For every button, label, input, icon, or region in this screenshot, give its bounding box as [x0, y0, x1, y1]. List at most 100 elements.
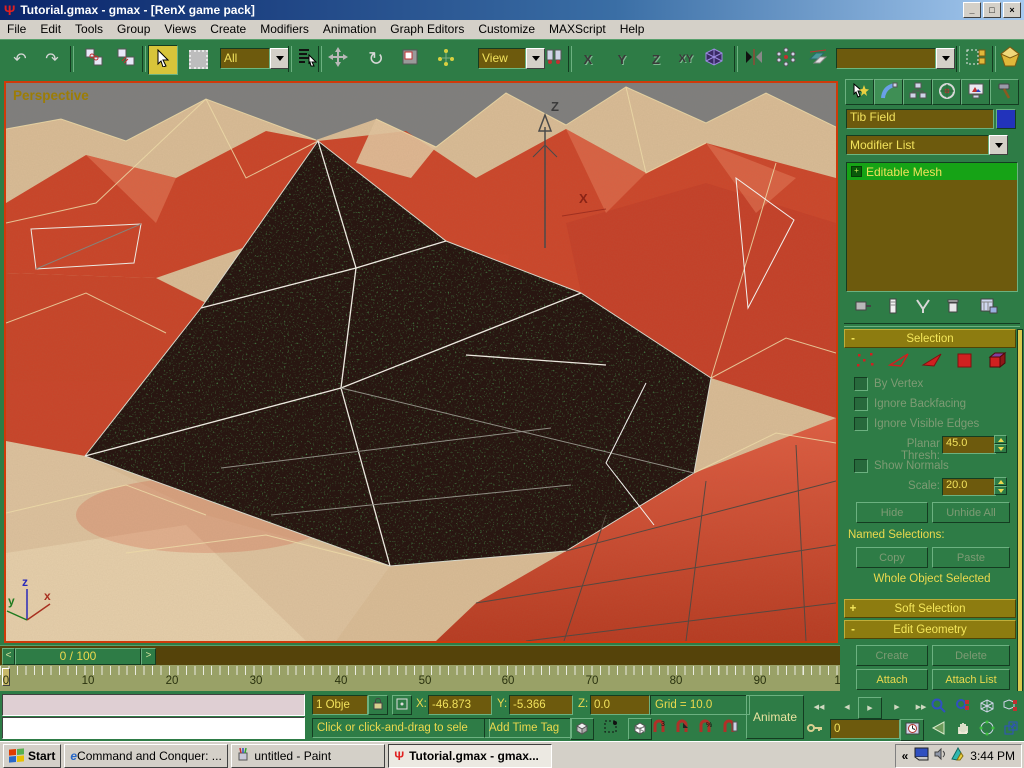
hide-button[interactable]: Hide: [856, 502, 928, 523]
chevron-down-icon[interactable]: [989, 135, 1008, 155]
angle-snap-button[interactable]: [671, 718, 692, 738]
menu-item-maxscript[interactable]: MAXScript: [542, 20, 613, 39]
time-configuration-button[interactable]: [900, 719, 924, 741]
menu-item-customize[interactable]: Customize: [471, 20, 542, 39]
mirror-button[interactable]: [740, 45, 768, 73]
restrict-xy-plane-button[interactable]: XY: [672, 45, 700, 73]
tray-collapse-chevron[interactable]: «: [902, 749, 909, 763]
viewport-label[interactable]: Perspective: [13, 88, 89, 103]
checkbox-icon[interactable]: [854, 397, 868, 411]
play-button[interactable]: ▶: [858, 697, 882, 719]
tab-create[interactable]: [845, 79, 874, 105]
tab-hierarchy[interactable]: [903, 79, 932, 105]
snap-toggle-button[interactable]: [700, 45, 728, 73]
scale-field[interactable]: 20.0: [942, 478, 996, 496]
select-object-button[interactable]: [148, 45, 178, 75]
modifier-stack[interactable]: + Editable Mesh: [846, 162, 1018, 292]
restrict-z-button[interactable]: Z: [642, 45, 670, 73]
menu-item-modifiers[interactable]: Modifiers: [253, 20, 316, 39]
menu-item-tools[interactable]: Tools: [68, 20, 110, 39]
menu-item-graph-editors[interactable]: Graph Editors: [383, 20, 471, 39]
z-coord-field[interactable]: 0.0: [590, 695, 650, 715]
pin-stack-icon[interactable]: [854, 297, 872, 318]
tab-display[interactable]: [961, 79, 990, 105]
object-color-swatch[interactable]: [996, 109, 1016, 129]
close-button[interactable]: ×: [1003, 2, 1021, 18]
menu-item-help[interactable]: Help: [613, 20, 652, 39]
select-and-move-button[interactable]: [324, 45, 352, 73]
named-selection-dropdown[interactable]: [836, 48, 955, 69]
modifier-list-dropdown[interactable]: Modifier List: [846, 135, 1008, 155]
face-mode-icon[interactable]: [920, 351, 944, 371]
zoom-button[interactable]: [928, 697, 950, 717]
menu-item-file[interactable]: File: [0, 20, 33, 39]
undo-button[interactable]: ↶: [6, 45, 34, 73]
menu-item-edit[interactable]: Edit: [33, 20, 68, 39]
field-of-view-button[interactable]: [928, 719, 950, 739]
spinner-down-icon[interactable]: [994, 486, 1007, 495]
taskbar-item-command-and-conquer[interactable]: e Command and Conquer: ...: [64, 744, 228, 768]
configure-modifier-sets-icon[interactable]: [980, 297, 998, 318]
zoom-extents-all-button[interactable]: [1000, 697, 1022, 717]
attach-list-button[interactable]: Attach List: [932, 669, 1010, 690]
vertex-mode-icon[interactable]: [854, 351, 878, 371]
track-view-button[interactable]: [962, 45, 990, 73]
stack-item-editable-mesh[interactable]: + Editable Mesh: [847, 163, 1017, 180]
edit-geometry-rollout-header[interactable]: - Edit Geometry: [844, 620, 1016, 639]
array-button[interactable]: [772, 45, 800, 73]
time-slider-handle[interactable]: 0 / 100: [15, 648, 141, 665]
restrict-x-button[interactable]: X: [574, 45, 602, 73]
redo-button[interactable]: ↷: [38, 45, 66, 73]
select-and-link-button[interactable]: [80, 45, 108, 73]
planar-thresh-field[interactable]: 45.0: [942, 436, 996, 454]
restore-button[interactable]: □: [983, 2, 1001, 18]
edge-mode-icon[interactable]: [887, 351, 911, 371]
goto-start-button[interactable]: ◀◀: [808, 697, 830, 717]
object-name-field[interactable]: Tib Field: [846, 109, 994, 129]
attach-button[interactable]: Attach: [856, 669, 928, 690]
soft-selection-rollout-header[interactable]: + Soft Selection: [844, 599, 1016, 618]
absolute-offset-toggle[interactable]: [392, 695, 412, 715]
zoom-all-button[interactable]: [952, 697, 974, 717]
element-mode-icon[interactable]: [986, 351, 1010, 371]
track-bar[interactable]: 0 10 20 30 40 50 60 70 80 90 100: [0, 665, 840, 691]
rectangular-selection-region-button[interactable]: [184, 45, 212, 73]
select-by-name-button[interactable]: [293, 45, 321, 73]
start-button[interactable]: Start: [3, 744, 61, 768]
make-unique-icon[interactable]: [914, 297, 932, 318]
previous-frame-button[interactable]: ◀: [836, 697, 858, 717]
polygon-mode-icon[interactable]: [953, 351, 977, 371]
unhide-all-button[interactable]: Unhide All: [932, 502, 1010, 523]
select-and-scale-button[interactable]: [396, 45, 424, 73]
tab-motion[interactable]: [932, 79, 961, 105]
scale-spinner[interactable]: [994, 477, 1007, 495]
ignore-visible-edges-checkbox[interactable]: Ignore Visible Edges: [854, 417, 979, 431]
y-coord-field[interactable]: -5.366: [509, 695, 573, 715]
checkbox-icon[interactable]: [854, 377, 868, 391]
arc-rotate-button[interactable]: [976, 719, 998, 739]
maxscript-listener-field[interactable]: [2, 717, 305, 739]
taskbar-item-paint[interactable]: untitled - Paint: [231, 744, 385, 768]
tab-utilities[interactable]: [990, 79, 1019, 105]
by-vertex-checkbox[interactable]: By Vertex: [854, 377, 923, 391]
macro-recorder-field[interactable]: [2, 694, 305, 716]
set-key-button[interactable]: [806, 719, 824, 739]
copy-button[interactable]: Copy: [856, 547, 928, 568]
delete-button[interactable]: Delete: [932, 645, 1010, 666]
checkbox-icon[interactable]: [854, 417, 868, 431]
selection-filter-dropdown[interactable]: All: [220, 48, 289, 69]
reference-coord-dropdown[interactable]: View: [478, 48, 545, 69]
menu-item-group[interactable]: Group: [110, 20, 157, 39]
dropdown-button[interactable]: [270, 48, 289, 69]
planar-thresh-spinner[interactable]: [994, 435, 1007, 453]
time-slider-track[interactable]: < 0 / 100 >: [0, 645, 840, 666]
minimize-button[interactable]: _: [963, 2, 981, 18]
create-button[interactable]: Create: [856, 645, 928, 666]
use-pivot-center-button[interactable]: [540, 45, 568, 73]
spinner-down-icon[interactable]: [994, 444, 1007, 453]
display-settings-tray-icon[interactable]: [914, 747, 930, 764]
x-coord-field[interactable]: -46.873: [428, 695, 492, 715]
material-navigator-button[interactable]: [996, 45, 1024, 73]
menu-item-animation[interactable]: Animation: [316, 20, 383, 39]
tab-modify[interactable]: [874, 79, 903, 105]
